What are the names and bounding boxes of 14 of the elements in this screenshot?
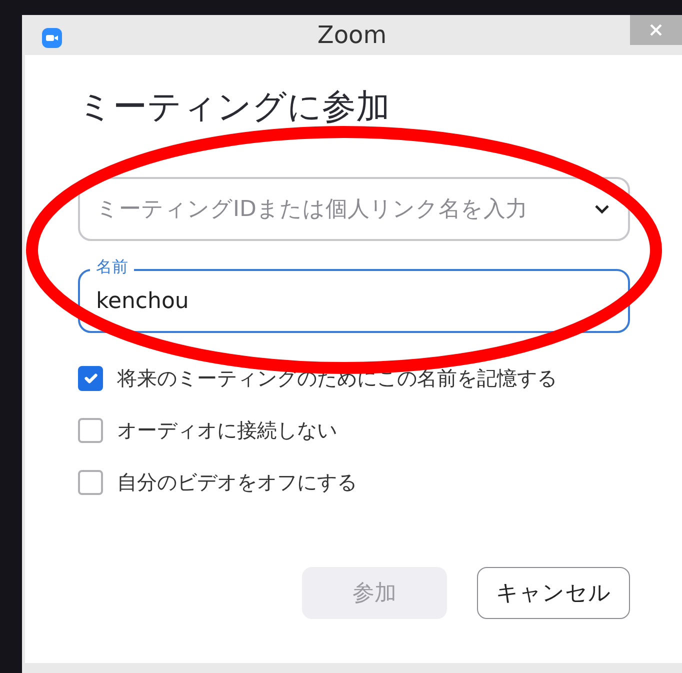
app-logo-icon bbox=[42, 25, 62, 45]
checkbox[interactable] bbox=[78, 366, 103, 391]
cancel-button[interactable]: キャンセル bbox=[477, 567, 630, 619]
checkbox[interactable] bbox=[78, 418, 103, 443]
close-button[interactable] bbox=[630, 15, 682, 45]
checkbox-label: 自分のビデオをオフにする bbox=[117, 469, 357, 496]
field-label: 名前 bbox=[90, 257, 134, 276]
close-icon bbox=[649, 23, 663, 37]
window-title: Zoom bbox=[317, 20, 387, 51]
meeting-id-field[interactable]: ミーティングIDまたは個人リンク名を入力 bbox=[78, 177, 630, 242]
dialog-heading: ミーティングに参加 bbox=[78, 86, 391, 129]
chevron-down-icon[interactable] bbox=[594, 203, 610, 216]
checkbox[interactable] bbox=[78, 470, 103, 495]
checkbox-label: オーディオに接続しない bbox=[117, 417, 337, 444]
